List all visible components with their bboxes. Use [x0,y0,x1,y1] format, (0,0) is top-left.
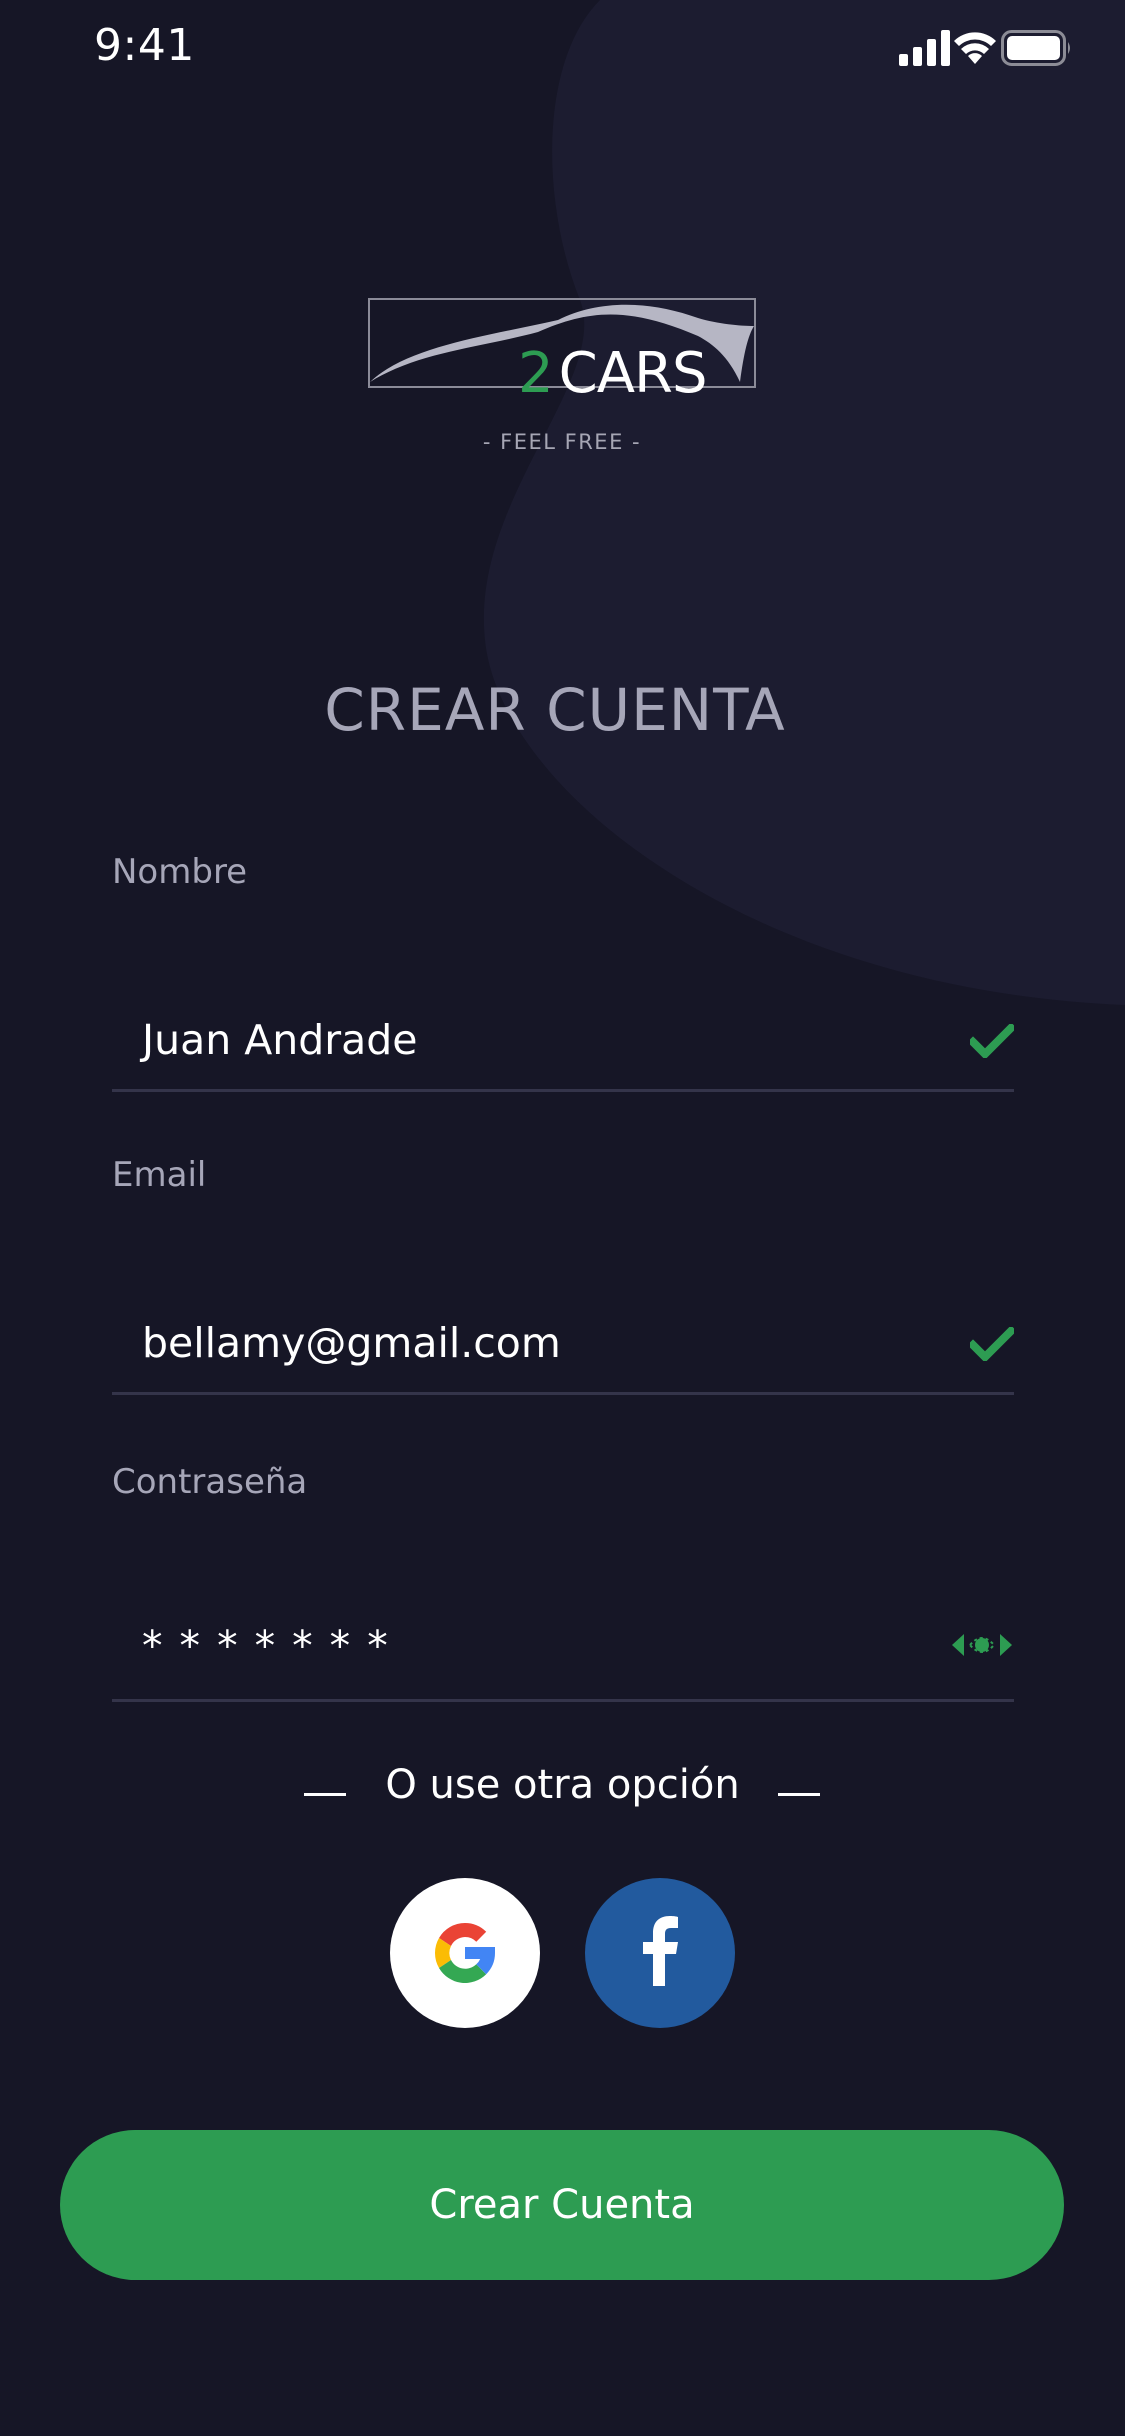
eye-icon[interactable] [950,1628,1014,1662]
divider-text: O use otra opción [385,1762,740,1808]
brand-logo: 2 CARS - FEEL FREE - [368,296,756,456]
alt-option-divider: O use otra opción [0,1762,1125,1822]
name-field: Nombre Juan Andrade [112,852,1014,1092]
email-value: bellamy@gmail.com [142,1319,561,1367]
create-account-button[interactable]: Crear Cuenta [60,2130,1064,2280]
name-value: Juan Andrade [142,1016,418,1064]
battery-icon [1001,30,1070,66]
google-icon [435,1923,495,1983]
status-time: 9:41 [94,20,195,71]
facebook-signin-button[interactable] [585,1878,735,2028]
check-icon [970,1024,1014,1058]
page-title: CREAR CUENTA [324,676,786,744]
google-signin-button[interactable] [390,1878,540,2028]
brand-number: 2 [518,341,554,406]
email-field: Email bellamy@gmail.com [112,1155,1014,1395]
check-icon [970,1327,1014,1361]
brand-tagline: - FEEL FREE - [482,430,642,454]
name-label: Nombre [112,852,248,892]
email-label: Email [112,1155,207,1195]
signal-icon [899,30,950,66]
password-label: Contraseña [112,1462,308,1502]
password-input[interactable]: * * * * * * * [112,1582,1014,1702]
name-input[interactable]: Juan Andrade [112,972,1014,1092]
create-account-button-label: Crear Cuenta [429,2182,695,2228]
password-value: * * * * * * * [142,1622,390,1670]
wifi-icon [954,32,996,64]
email-input[interactable]: bellamy@gmail.com [112,1275,1014,1395]
brand-word: CARS [558,341,708,406]
divider-line-right [778,1793,820,1796]
status-bar: 9:41 [0,0,1125,96]
brand-name: 2 CARS [518,341,708,406]
facebook-icon [643,1916,678,1986]
password-field: Contraseña * * * * * * * [112,1462,1014,1702]
create-account-screen: 9:41 2 CARS - FEEL FREE - CREAR CUENTA N… [0,0,1125,2436]
